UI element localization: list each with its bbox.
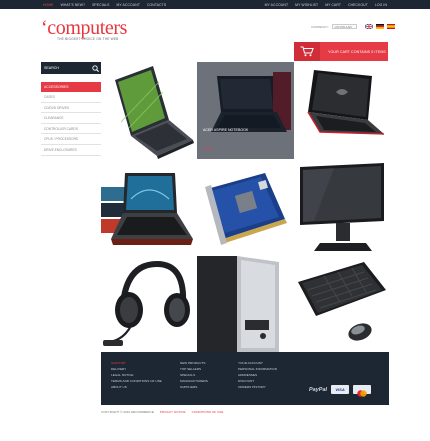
footer-link-personal-info[interactable]: PERSONAL INFORMATION bbox=[238, 367, 277, 371]
payment-methods: PayPal VISA bbox=[309, 385, 372, 397]
currency-select[interactable]: US DOLLAR bbox=[331, 24, 357, 29]
footer-link-suppliers[interactable]: SUPPLIERS bbox=[180, 385, 208, 389]
footer-link-about-us[interactable]: ABOUT US bbox=[111, 385, 162, 389]
mastercard-logo bbox=[353, 385, 372, 397]
footer-link-manufacturers[interactable]: MANUFACTURERS bbox=[180, 379, 208, 383]
nav-home[interactable]: HOME bbox=[43, 3, 54, 7]
tagline: THE BIGGEST CHOICE ON THE WEB bbox=[57, 37, 119, 41]
checkout-link[interactable]: CHECKOUT bbox=[348, 3, 368, 7]
nav-my-account[interactable]: MY ACCOUNT bbox=[116, 3, 140, 7]
sidebar-item-accessories[interactable]: ACCESSORIES bbox=[41, 82, 101, 92]
category-sidebar: ACCESSORIES CASES CD/DVD DRIVES CLEARANC… bbox=[41, 82, 101, 156]
paypal-logo: PayPal bbox=[309, 386, 328, 393]
footer-link-delivery[interactable]: DELIVERY bbox=[111, 367, 162, 371]
network-card-image bbox=[197, 159, 294, 256]
footer-link-orders-history[interactable]: ORDERS HISTORY bbox=[238, 385, 277, 389]
product-tile[interactable] bbox=[294, 62, 389, 159]
login-link[interactable]: LOG IN bbox=[375, 3, 387, 7]
footer-link-discount[interactable]: DISCOUNT bbox=[238, 379, 277, 383]
product-price: $795 bbox=[203, 147, 212, 151]
sidebar-item-drive-enclosures[interactable]: DRIVE ENCLOSURES bbox=[41, 145, 101, 156]
search-box[interactable]: SEARCH bbox=[41, 62, 101, 74]
footer-column-account: YOUR ACCOUNT PERSONAL INFORMATION ADDRES… bbox=[238, 361, 277, 389]
conditions-of-use-link[interactable]: CONDITIONS OF USE bbox=[192, 410, 224, 414]
product-tile[interactable] bbox=[101, 159, 197, 256]
footer-column-info: SUPPORT DELIVERY LEGAL NOTICE TERMS AND … bbox=[111, 361, 162, 389]
headphones-image bbox=[101, 256, 197, 352]
nav-whats-new[interactable]: WHAT'S NEW? bbox=[61, 3, 85, 7]
netbook-image bbox=[101, 159, 197, 256]
footer-link-top-sellers[interactable]: TOP SELLERS bbox=[180, 367, 208, 371]
product-tile[interactable] bbox=[101, 256, 197, 352]
product-grid: ACER ASPIRE NOTEBOOK $795 bbox=[101, 62, 389, 352]
sidebar-item-cpus-processors[interactable]: CPUS / PROCESSORS bbox=[41, 134, 101, 145]
account-navigation: MY ACCOUNT MY WISHLIST MY CART CHECKOUT … bbox=[265, 0, 387, 9]
top-bar: HOME WHAT'S NEW? SPECIALS MY ACCOUNT CON… bbox=[0, 0, 430, 9]
page: HOME WHAT'S NEW? SPECIALS MY ACCOUNT CON… bbox=[0, 0, 430, 441]
german-flag-icon[interactable] bbox=[376, 24, 384, 29]
footer-link-new-products[interactable]: NEW PRODUCTS bbox=[180, 361, 208, 365]
product-tile[interactable] bbox=[197, 256, 294, 352]
copyright-bar: COPYRIGHT © 2010 DECOMMERCE PRIVACY NOTI… bbox=[101, 410, 223, 414]
english-flag-icon[interactable] bbox=[365, 24, 373, 29]
footer-link-your-account[interactable]: YOUR ACCOUNT bbox=[238, 361, 277, 365]
footer-link-legal-notice[interactable]: LEGAL NOTICE bbox=[111, 373, 162, 377]
cart-icon bbox=[294, 42, 320, 61]
top-navigation: HOME WHAT'S NEW? SPECIALS MY ACCOUNT CON… bbox=[43, 0, 166, 9]
cart-link[interactable]: MY CART bbox=[325, 3, 341, 7]
sidebar-item-controller-cards[interactable]: CONTROLLER CARDS bbox=[41, 124, 101, 135]
nav-specials[interactable]: SPECIALS bbox=[92, 3, 109, 7]
pc-tower-image bbox=[197, 256, 294, 352]
footer-link-terms[interactable]: TERMS AND CONDITIONS OF USE bbox=[111, 379, 162, 383]
logo-text: computers bbox=[47, 17, 127, 39]
visa-logo: VISA bbox=[331, 385, 350, 394]
spanish-flag-icon[interactable] bbox=[387, 24, 395, 29]
nav-contacts[interactable]: CONTACTS bbox=[147, 3, 166, 7]
product-tile[interactable] bbox=[101, 62, 197, 159]
cart-label: YOUR CART CONTAINS 0 ITEMS bbox=[328, 49, 386, 54]
product-tile[interactable] bbox=[294, 159, 389, 256]
privacy-notice-link[interactable]: PRIVACY NOTICE bbox=[160, 410, 186, 414]
product-tile[interactable] bbox=[294, 256, 389, 352]
footer: SUPPORT DELIVERY LEGAL NOTICE TERMS AND … bbox=[101, 352, 389, 405]
product-tile[interactable] bbox=[197, 159, 294, 256]
language-flags bbox=[365, 24, 395, 29]
account-link[interactable]: MY ACCOUNT bbox=[265, 3, 289, 7]
currency-label: CURRENCY: bbox=[311, 24, 329, 29]
footer-column-products: NEW PRODUCTS TOP SELLERS SPECIALS MANUFA… bbox=[180, 361, 208, 389]
footer-link-support[interactable]: SUPPORT bbox=[111, 361, 162, 365]
wishlist-link[interactable]: MY WISHLIST bbox=[295, 3, 318, 7]
footer-link-specials[interactable]: SPECIALS bbox=[180, 373, 208, 377]
copyright-text: COPYRIGHT © 2010 DECOMMERCE bbox=[101, 410, 154, 414]
search-icon[interactable] bbox=[89, 62, 101, 74]
gaming-laptop-image bbox=[294, 62, 389, 159]
cart-summary[interactable]: YOUR CART CONTAINS 0 ITEMS bbox=[294, 42, 388, 61]
product-overlay bbox=[197, 62, 294, 159]
sidebar-item-clearance[interactable]: CLEARANCE bbox=[41, 113, 101, 124]
sidebar-item-cases[interactable]: CASES bbox=[41, 92, 101, 103]
site-logo[interactable]: ‘computers bbox=[41, 18, 127, 38]
product-title[interactable]: ACER ASPIRE NOTEBOOK bbox=[203, 128, 248, 132]
monitor-image bbox=[294, 159, 389, 256]
footer-link-addresses[interactable]: ADDRESSES bbox=[238, 373, 277, 377]
search-label: SEARCH bbox=[44, 66, 59, 70]
laptop-image bbox=[101, 62, 197, 159]
currency-selector: CURRENCY: US DOLLAR bbox=[311, 24, 357, 29]
product-tile-featured[interactable]: ACER ASPIRE NOTEBOOK $795 bbox=[197, 62, 294, 159]
sidebar-item-cd-dvd-drives[interactable]: CD/DVD DRIVES bbox=[41, 103, 101, 114]
keyboard-mouse-image bbox=[294, 256, 389, 352]
